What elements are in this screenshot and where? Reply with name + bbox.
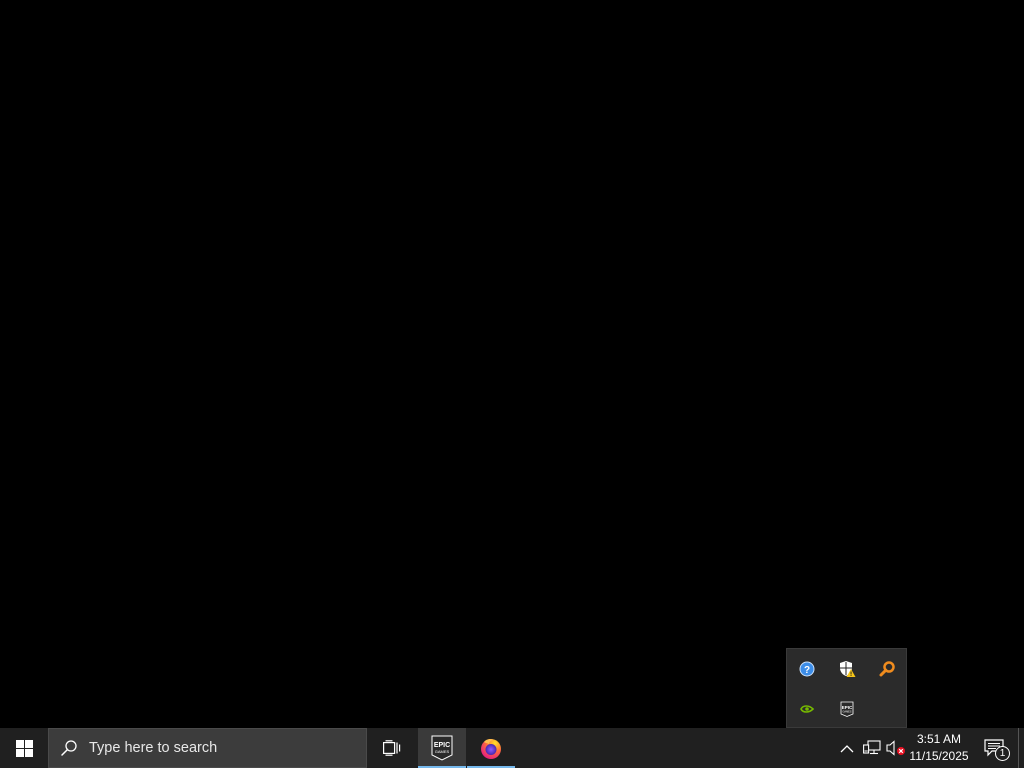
firefox-icon xyxy=(481,738,501,759)
search-icon xyxy=(49,728,89,768)
network-button[interactable] xyxy=(860,728,884,768)
svg-text:GAMES: GAMES xyxy=(435,749,450,754)
search-placeholder: Type here to search xyxy=(89,740,218,756)
clock-date: 11/15/2025 xyxy=(909,749,969,763)
task-view-icon xyxy=(383,740,401,756)
search-box[interactable]: Type here to search xyxy=(48,728,367,768)
svg-text:EPIC: EPIC xyxy=(434,742,450,749)
search-magnifier-orange-icon[interactable] xyxy=(867,649,907,689)
volume-button[interactable] xyxy=(884,728,908,768)
chevron-up-icon xyxy=(840,744,854,752)
clock[interactable]: 3:51 AM 11/15/2025 xyxy=(908,728,970,768)
windows-security-warning-icon[interactable] xyxy=(827,649,867,689)
notification-count-badge: 1 xyxy=(995,746,1010,761)
help-icon[interactable]: ? xyxy=(787,649,827,689)
show-desktop-button[interactable] xyxy=(1018,728,1024,768)
taskbar: Type here to search EPIC GAMES 3:51 AM 1… xyxy=(0,728,1024,768)
taskbar-app-firefox[interactable] xyxy=(467,728,515,768)
epic-games-icon[interactable]: EPIC GAMES xyxy=(827,689,867,729)
nvidia-icon[interactable] xyxy=(787,689,827,729)
clock-time: 3:51 AM xyxy=(916,732,962,746)
svg-text:GAMES: GAMES xyxy=(842,711,851,714)
volume-muted-icon xyxy=(886,740,905,756)
desktop-background[interactable] xyxy=(0,0,1024,728)
epic-games-icon: EPIC GAMES xyxy=(431,735,453,761)
tray-overflow-flyout: ? EPIC GAMES xyxy=(786,648,907,728)
svg-text:?: ? xyxy=(804,665,810,676)
start-button[interactable] xyxy=(0,728,48,768)
windows-logo-icon xyxy=(15,739,33,757)
taskbar-app-epic-games[interactable]: EPIC GAMES xyxy=(418,728,466,768)
task-view-button[interactable] xyxy=(368,728,416,768)
action-center-button[interactable]: 1 xyxy=(974,728,1014,768)
show-hidden-icons-button[interactable] xyxy=(836,728,858,768)
svg-text:EPIC: EPIC xyxy=(842,705,853,710)
network-icon xyxy=(863,740,881,755)
